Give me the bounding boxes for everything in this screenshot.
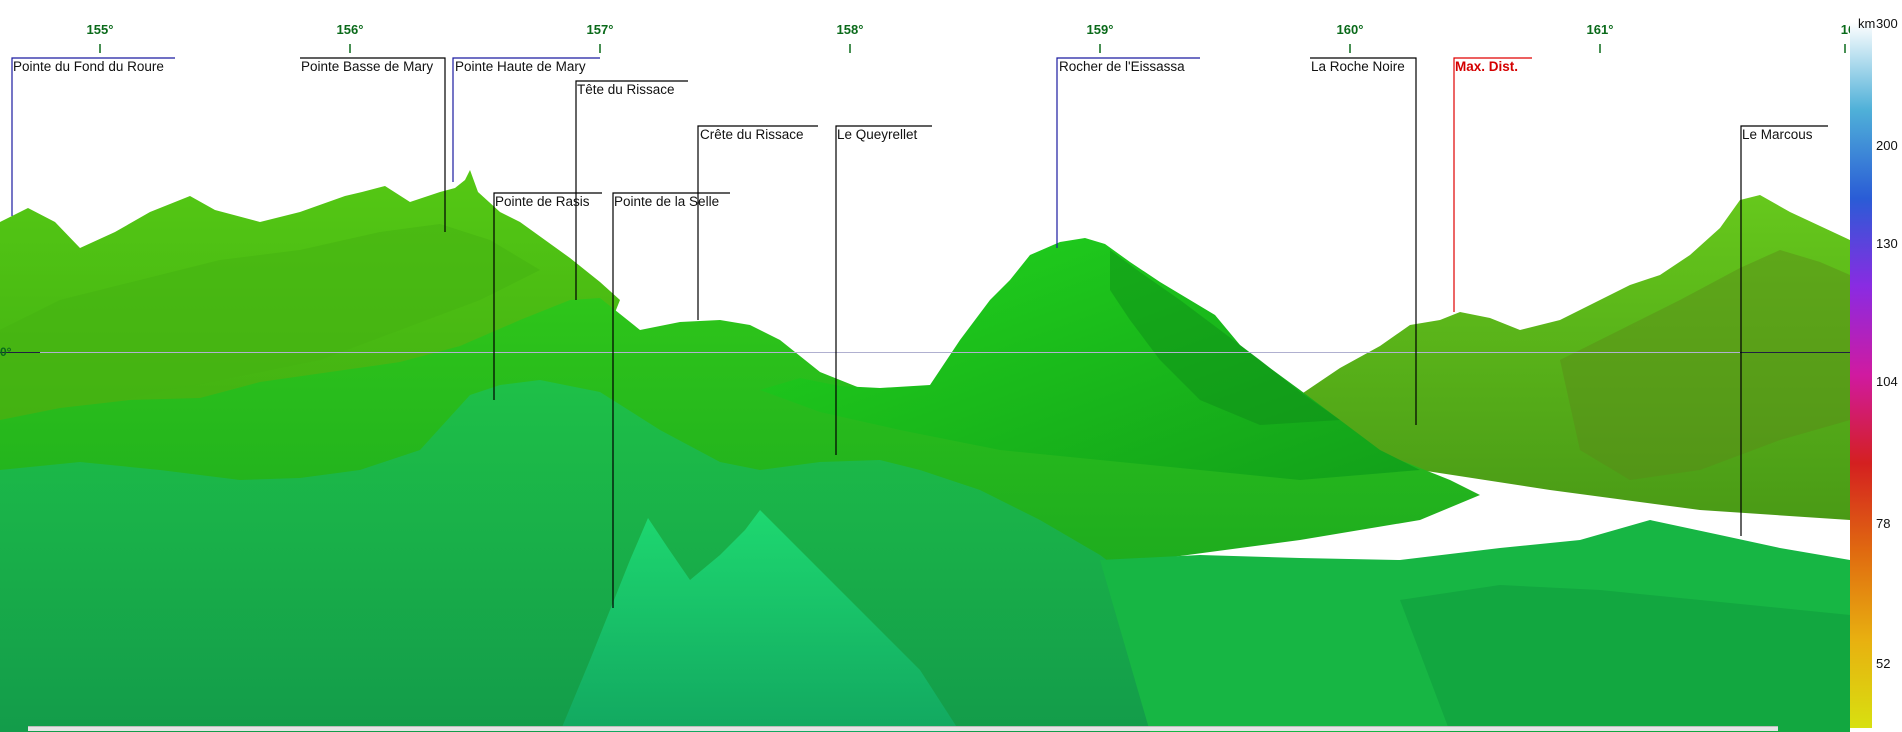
peak-label-basse-de-mary[interactable]: Pointe Basse de Mary [301,59,433,75]
callout-crete-rissace [697,125,818,320]
legend-value: 200 [1876,138,1898,153]
panorama-view[interactable]: 155° 156° 157° 158° 159° 160° 161° 16 0°… [0,0,1850,732]
peak-label-tete-rissace[interactable]: Tête du Rissace [577,82,675,98]
distance-legend: km 300 200 130 104 78 52 [1850,0,1902,732]
peak-label-marcous[interactable]: Le Marcous [1742,127,1813,143]
legend-value: 130 [1876,236,1898,251]
peak-label-max-dist[interactable]: Max. Dist. [1455,59,1518,75]
callout-haute-de-mary [452,57,600,182]
axis-tick-label: 161° [1586,22,1614,37]
peak-label-roche-noire[interactable]: La Roche Noire [1311,59,1405,75]
axis-tick-label: 155° [86,22,114,37]
callout-eissassa [1056,57,1200,248]
callout-tete-rissace [575,80,688,300]
legend-value: 52 [1876,656,1891,671]
horizon-label: 0° [0,345,12,359]
callout-fond-du-roure [11,57,175,216]
peak-label-fond-du-roure[interactable]: Pointe du Fond du Roure [13,59,164,75]
peak-label-pointe-rasis[interactable]: Pointe de Rasis [495,194,590,210]
axis-tick-label: 158° [836,22,864,37]
axis-tick-label: 157° [586,22,614,37]
axis-ticks [99,44,1846,53]
legend-value: 300 [1876,16,1898,31]
legend-unit-label: km [1858,16,1876,31]
callout-max-dist [1453,57,1532,312]
axis-tick-label: 156° [336,22,364,37]
horizontal-scrollbar[interactable] [28,726,1778,731]
peak-label-eissassa[interactable]: Rocher de l'Eissassa [1059,59,1185,75]
peak-label-haute-de-mary[interactable]: Pointe Haute de Mary [455,59,586,75]
axis-tick-label: 16 [1840,22,1850,37]
peak-label-queyrellet[interactable]: Le Queyrellet [837,127,917,143]
axis-tick-label: 160° [1336,22,1364,37]
legend-value: 104 [1876,374,1898,389]
legend-color-bar [1850,22,1872,728]
peak-label-crete-rissace[interactable]: Crête du Rissace [700,127,804,143]
peak-label-pointe-selle[interactable]: Pointe de la Selle [614,194,719,210]
legend-value: 78 [1876,516,1891,531]
axis-tick-label: 159° [1086,22,1114,37]
terrain-render [0,44,1850,732]
